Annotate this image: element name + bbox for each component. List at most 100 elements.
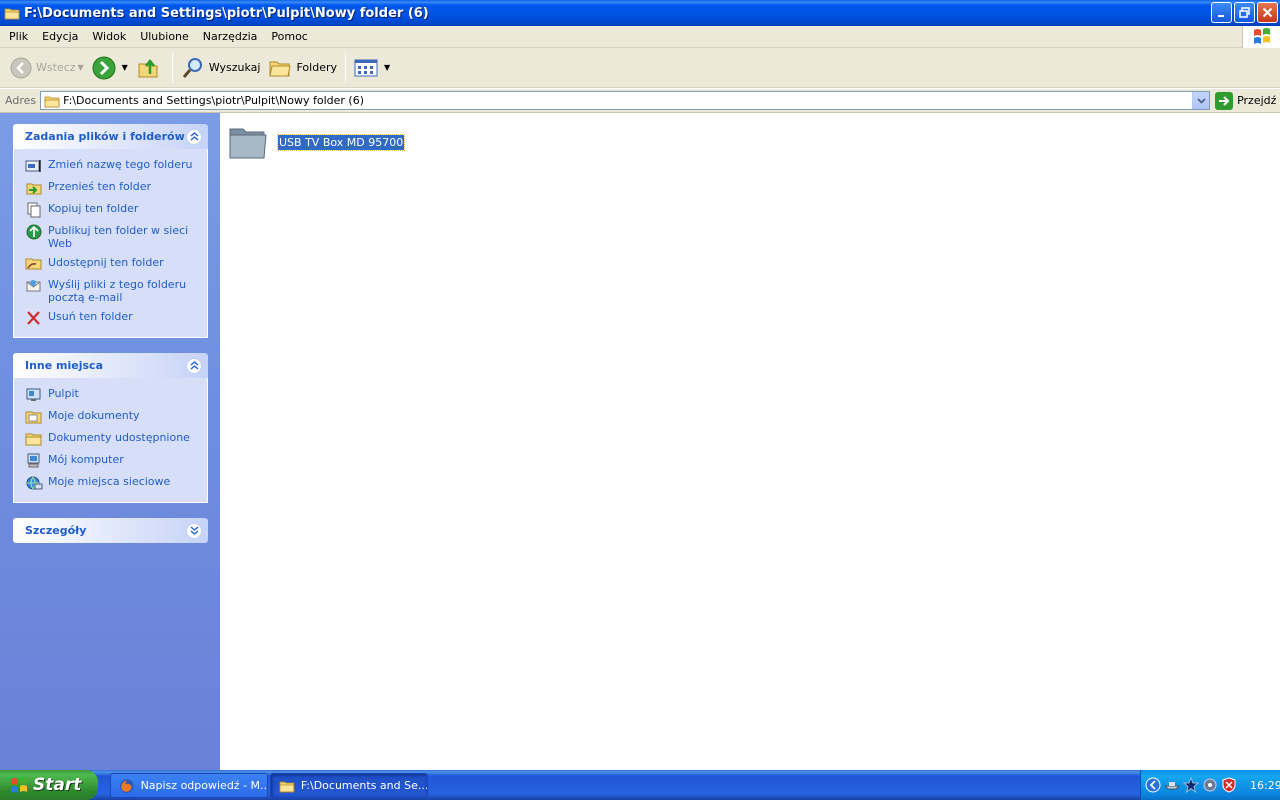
menu-tools[interactable]: Narzędzia [196,26,265,48]
place-shared-documents[interactable]: Dokumenty udostępnione [14,428,207,450]
folder-icon [44,96,60,107]
search-label: Wyszukaj [208,61,261,74]
start-button[interactable]: Start [0,770,98,800]
go-button[interactable]: Przejdź [1215,91,1277,110]
menu-file[interactable]: Plik [2,26,35,48]
toolbar: Wstecz ▼ ▼ Wyszukaj Foldery ▼ [0,48,1280,88]
my-computer-icon [27,453,40,468]
other-places-header[interactable]: Inne miejsca [13,353,208,378]
task-label: Publikuj ten folder w sieci Web [48,224,189,250]
desktop-icon [26,388,41,401]
back-dropdown-icon[interactable]: ▼ [78,63,84,72]
chevron-down-icon [1196,97,1206,104]
share-icon [25,258,42,270]
expand-icon[interactable] [186,522,202,539]
move-icon [26,183,42,195]
address-dropdown-button[interactable] [1192,92,1210,109]
restore-icon [1239,7,1250,18]
star-icon[interactable] [1183,777,1199,793]
folders-button[interactable]: Foldery [264,51,341,85]
system-tray: 16:29 [1140,770,1280,800]
shield-icon[interactable] [1221,777,1237,793]
task-label: Udostępnij ten folder [48,256,164,269]
folder-content-area[interactable]: USB TV Box MD 95700 [220,113,1280,770]
close-button[interactable] [1257,2,1278,23]
publish-web-icon [26,224,42,240]
place-label: Dokumenty udostępnione [48,431,190,444]
views-dropdown-icon[interactable]: ▼ [384,63,390,72]
task-pane: Zadania plików i folderów Zmień nazwę te… [0,113,220,770]
forward-dropdown-icon[interactable]: ▼ [122,63,128,72]
show-hidden-icons-button[interactable] [1145,777,1161,793]
windows-logo-icon [11,776,27,793]
email-icon [26,280,41,292]
task-publish-web[interactable]: Publikuj ten folder w sieci Web [14,221,207,253]
address-label: Adres [5,94,37,107]
toolbar-separator [345,52,346,83]
menu-bar: Plik Edycja Widok Ulubione Narzędzia Pom… [0,26,1280,48]
task-rename-folder[interactable]: Zmień nazwę tego folderu [14,155,207,177]
close-icon [1262,7,1273,18]
address-bar: Adres F:\Documents and Settings\piotr\Pu… [0,89,1280,113]
details-header[interactable]: Szczegóły [13,518,208,543]
back-button[interactable]: Wstecz ▼ [6,51,88,85]
task-label: Kopiuj ten folder [48,202,139,215]
go-arrow-icon [1215,91,1234,110]
folder-item[interactable]: USB TV Box MD 95700 [228,123,406,161]
back-label: Wstecz [36,61,76,74]
windows-logo-icon [1242,26,1280,48]
taskbar-button-explorer[interactable]: F:\Documents and Se... [270,773,428,798]
details-title: Szczegóły [25,524,87,537]
search-button[interactable]: Wyszukaj [177,51,265,85]
folder-name[interactable]: USB TV Box MD 95700 [276,133,406,151]
menu-help[interactable]: Pomoc [264,26,314,48]
forward-arrow-icon [92,56,116,79]
task-copy-folder[interactable]: Kopiuj ten folder [14,199,207,221]
forward-button[interactable]: ▼ [88,51,132,85]
place-desktop[interactable]: Pulpit [14,384,207,406]
menu-edit[interactable]: Edycja [35,26,85,48]
menu-view[interactable]: Widok [85,26,133,48]
restore-button[interactable] [1234,2,1255,23]
up-folder-button[interactable] [132,51,168,85]
place-my-documents[interactable]: Moje dokumenty [14,406,207,428]
file-tasks-title: Zadania plików i folderów [25,130,185,143]
network-icon[interactable] [1164,777,1180,793]
taskbar: Start Napisz odpowiedź - M... F:\Documen… [0,770,1280,800]
task-share-folder[interactable]: Udostępnij ten folder [14,253,207,275]
rename-icon [25,160,41,172]
folders-icon [269,61,292,76]
up-folder-icon [138,58,158,77]
back-arrow-icon [10,57,32,78]
task-label: Usuń ten folder [48,310,133,323]
views-button[interactable]: ▼ [350,51,394,85]
collapse-icon[interactable] [186,128,202,145]
clock[interactable]: 16:29 [1250,779,1280,792]
place-my-computer[interactable]: Mój komputer [14,450,207,472]
place-label: Moje miejsca sieciowe [48,475,171,488]
address-path: F:\Documents and Settings\piotr\Pulpit\N… [63,94,365,107]
file-tasks-body: Zmień nazwę tego folderu Przenieś ten fo… [13,149,208,338]
views-icon [354,59,378,76]
folder-icon [4,8,20,20]
menu-favorites[interactable]: Ulubione [133,26,196,48]
place-network-places[interactable]: Moje miejsca sieciowe [14,472,207,494]
task-email-files[interactable]: Wyślij pliki z tego folderu pocztą e-mai… [14,275,207,307]
task-move-folder[interactable]: Przenieś ten folder [14,177,207,199]
address-input[interactable]: F:\Documents and Settings\piotr\Pulpit\N… [40,91,1211,110]
copy-icon [27,202,41,218]
go-label: Przejdź [1237,94,1277,107]
taskbar-button-firefox[interactable]: Napisz odpowiedź - M... [110,773,268,798]
other-places-panel: Inne miejsca Pulpit Moje dokumenty Dokum… [13,353,208,503]
collapse-icon[interactable] [186,357,202,374]
task-delete-folder[interactable]: Usuń ten folder [14,307,207,329]
file-tasks-header[interactable]: Zadania plików i folderów [13,124,208,149]
place-label: Pulpit [48,387,79,400]
title-bar[interactable]: F:\Documents and Settings\piotr\Pulpit\N… [0,0,1280,26]
details-panel: Szczegóły [13,518,208,543]
other-places-body: Pulpit Moje dokumenty Dokumenty udostępn… [13,378,208,503]
search-icon [182,57,202,78]
volume-icon[interactable] [1202,777,1218,793]
minimize-button[interactable] [1211,2,1232,23]
taskbar-button-label: F:\Documents and Se... [300,779,427,792]
